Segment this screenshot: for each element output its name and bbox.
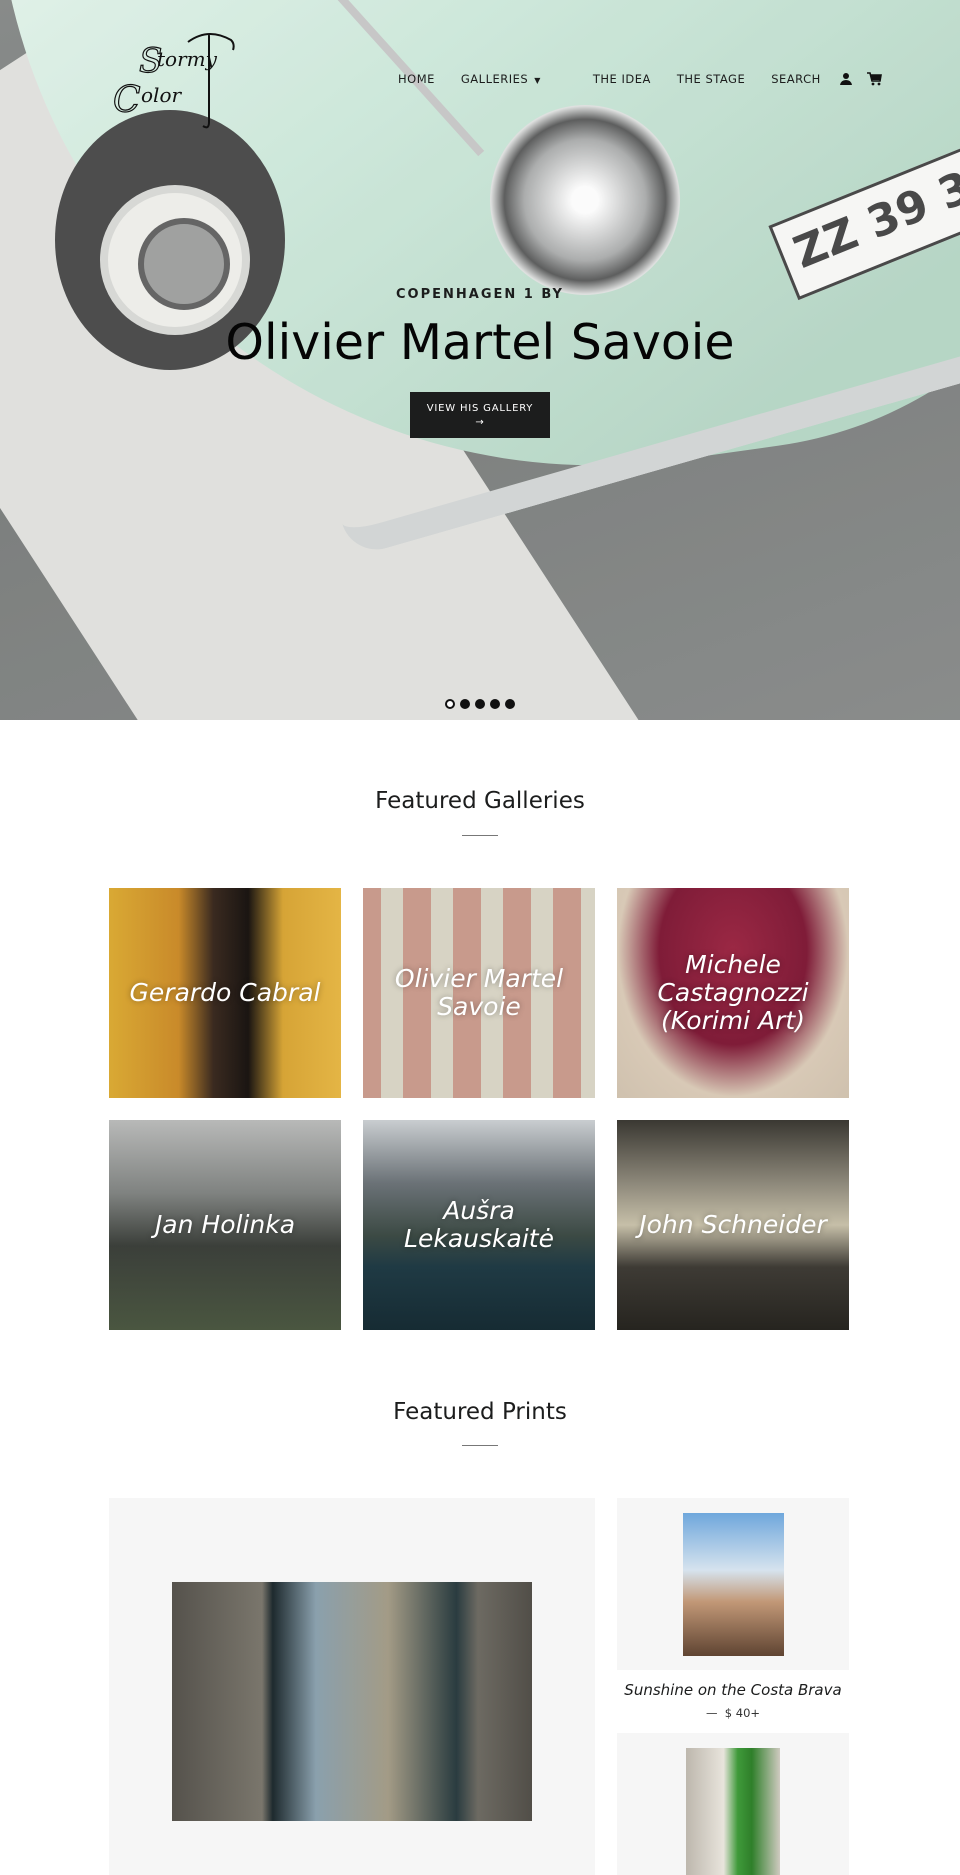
main-nav: HOME GALLERIES ▼ THE IDEA THE STAGE SEARC… (398, 72, 882, 86)
cart-icon[interactable] (866, 72, 882, 86)
print-image-palm-trees (683, 1513, 784, 1656)
hero-slideshow: ZZ 39 3 S tormy C olor HOME GALLERIES ▼ T… (0, 0, 960, 720)
divider (462, 835, 498, 836)
gallery-tile-jan-holinka[interactable]: Jan Holinka (109, 1120, 341, 1330)
print-title[interactable]: Sunshine on the Costa Brava (617, 1681, 849, 1699)
slide-dot-5[interactable] (505, 699, 515, 709)
slide-dot-3[interactable] (475, 699, 485, 709)
slide-dot-1[interactable] (445, 699, 455, 709)
caret-down-icon: ▼ (534, 76, 541, 85)
gallery-tile-john-schneider[interactable]: John Schneider (617, 1120, 849, 1330)
svg-text:olor: olor (141, 83, 182, 107)
gallery-tile-olivier-martel-savoie[interactable]: Olivier Martel Savoie (363, 888, 595, 1098)
hero-subtitle: COPENHAGEN 1 BY (396, 287, 564, 302)
stormy-color-logo[interactable]: S tormy C olor (113, 22, 243, 137)
view-gallery-button[interactable]: VIEW HIS GALLERY → (410, 392, 550, 438)
print-card-sunshine-costa-brava[interactable] (617, 1498, 849, 1670)
svg-text:C: C (113, 80, 141, 121)
nav-the-idea[interactable]: THE IDEA (593, 72, 651, 86)
nav-the-stage[interactable]: THE STAGE (677, 72, 745, 86)
print-price: — $ 40+ (705, 1706, 761, 1720)
arrow-right-icon: → (475, 417, 485, 428)
gallery-tile-michele-castagnozzi[interactable]: Michele Castagnozzi (Korimi Art) (617, 888, 849, 1098)
print-image-green-vespa (686, 1748, 780, 1875)
nav-galleries[interactable]: GALLERIES ▼ (461, 72, 567, 86)
print-card-vespa[interactable] (617, 1733, 849, 1875)
divider (462, 1445, 498, 1446)
hero-title: Olivier Martel Savoie (225, 314, 735, 371)
gallery-tile-ausra-lekauskaite[interactable]: Aušra Lekauskaitė (363, 1120, 595, 1330)
user-icon[interactable] (839, 72, 853, 86)
featured-prints-title: Featured Prints (393, 1399, 567, 1425)
nav-search[interactable]: SEARCH (771, 72, 821, 86)
slide-dots (445, 699, 515, 709)
print-image-mosque-doorway (172, 1582, 532, 1821)
nav-home[interactable]: HOME (398, 72, 435, 86)
featured-galleries-title: Featured Galleries (375, 788, 585, 814)
svg-text:tormy: tormy (157, 47, 218, 71)
print-card-featured[interactable] (109, 1498, 595, 1875)
slide-dot-4[interactable] (490, 699, 500, 709)
gallery-tile-gerardo-cabral[interactable]: Gerardo Cabral (109, 888, 341, 1098)
slide-dot-2[interactable] (460, 699, 470, 709)
